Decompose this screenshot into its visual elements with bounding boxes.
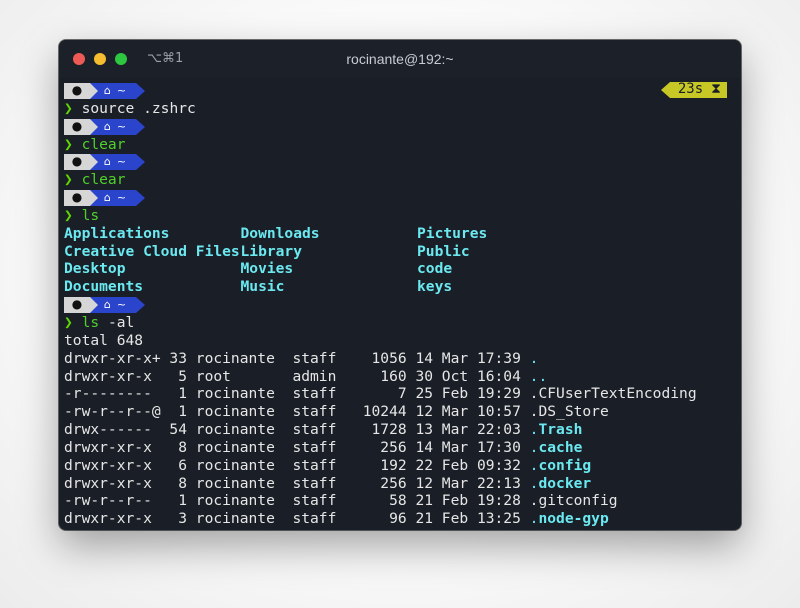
command-name: clear (81, 171, 126, 189)
directory-entry[interactable]: Public (417, 243, 594, 261)
home-icon: ⌂ (103, 84, 111, 97)
directory-entry[interactable]: Library (241, 243, 418, 261)
command-line: ❯ clear (64, 136, 735, 154)
prompt-os-segment: ● (64, 297, 98, 314)
prompt-path: ~ (116, 298, 127, 312)
prompt-segments: ● ⌂ ~ (64, 189, 735, 207)
file-meta: drwxr-xr-x 8 rocinante staff 256 12 Mar … (64, 474, 530, 492)
file-meta: -r-------- 1 rocinante staff 7 25 Feb 19… (64, 385, 530, 403)
prompt-segments: ● ⌂ ~23s ⧗ (64, 81, 735, 100)
ls-listing: Applications Downloads Pictures Creative Cl… (64, 225, 735, 296)
command-args: -al (99, 313, 135, 331)
file-meta: drwxr-xr-x 5 root admin 160 30 Oct 16:04 (64, 367, 530, 385)
file-meta: drwx------ 54 rocinante staff 1728 13 Ma… (64, 421, 530, 439)
apple-icon: ● (71, 190, 83, 205)
prompt-chevron-icon: ❯ (64, 171, 82, 189)
prompt-segments: ● ⌂ ~ (64, 118, 735, 136)
prompt-path: ~ (116, 119, 127, 133)
file-name[interactable]: docker (538, 475, 591, 492)
apple-icon: ● (71, 118, 83, 133)
ls-row: -rw-r--r-- 1 rocinante staff 58 21 Feb 1… (64, 492, 735, 510)
prompt-chevron-icon: ❯ (64, 206, 82, 224)
file-meta: drwxr-xr-x 6 rocinante staff 192 22 Feb … (64, 456, 530, 474)
ls-row: drwxr-xr-x 8 rocinante staff 256 14 Mar … (64, 439, 735, 457)
file-name[interactable]: . (530, 350, 539, 367)
prompt-segments: ● ⌂ ~ (64, 153, 735, 171)
home-icon: ⌂ (103, 191, 111, 205)
directory-entry[interactable]: Music (241, 278, 418, 296)
prompt-path: ~ (116, 84, 127, 97)
file-name[interactable]: node-gyp (538, 510, 608, 527)
prompt-path: ~ (116, 191, 127, 205)
title-bar: ⌥⌘1 rocinante@192:~ (59, 40, 741, 78)
file-name[interactable]: Trash (538, 421, 582, 438)
window-title: rocinante@192:~ (346, 51, 454, 67)
directory-entry[interactable]: Creative Cloud Files (64, 243, 241, 261)
file-meta: -rw-r--r-- 1 rocinante staff 58 21 Feb 1… (64, 492, 530, 510)
command-line: ❯ ls -al (64, 314, 735, 332)
ls-row: drwxr-xr-x 3 rocinante staff 96 21 Feb 1… (64, 510, 735, 528)
directory-entry[interactable]: Documents (64, 278, 241, 296)
apple-icon: ● (71, 297, 83, 312)
apple-icon: ● (71, 154, 83, 169)
command-name: ls (81, 313, 100, 331)
directory-entry[interactable]: Desktop (64, 260, 241, 278)
file-name[interactable]: .CFUserTextEncoding (530, 385, 697, 402)
prompt-chevron-icon: ❯ (64, 313, 82, 331)
command-name: source (81, 99, 135, 117)
directory-entry[interactable]: Pictures (417, 225, 594, 243)
command-line: ❯ ls (64, 207, 735, 225)
command-name: clear (81, 135, 126, 153)
hourglass-icon: ⧗ (711, 81, 721, 98)
directory-entry[interactable]: code (417, 260, 594, 278)
prompt-segments: ● ⌂ ~ (64, 296, 735, 314)
home-icon: ⌂ (103, 155, 111, 169)
command-duration: 23s (677, 81, 704, 98)
file-meta: -rw-r--r--@ 1 rocinante staff 10244 12 M… (64, 403, 530, 421)
home-icon: ⌂ (103, 119, 111, 133)
command-duration-badge: 23s ⧗ (660, 81, 727, 98)
prompt-chevron-icon: ❯ (64, 135, 82, 153)
ls-row: drwxr-xr-x+ 33 rocinante staff 1056 14 M… (64, 350, 735, 368)
prompt-os-segment: ● (64, 154, 98, 171)
command-line: ❯ clear (64, 171, 735, 189)
file-meta: drwxr-xr-x 3 rocinante staff 96 21 Feb 1… (64, 510, 530, 528)
terminal-output[interactable]: ● ⌂ ~23s ⧗ ❯ source .zshrc ● ⌂ ~ ❯ clear ● ⌂ ~ ❯ cle… (64, 81, 735, 528)
directory-entry[interactable]: Downloads (241, 225, 418, 243)
ls-row: -r-------- 1 rocinante staff 7 25 Feb 19… (64, 385, 735, 403)
directory-entry[interactable]: Applications (64, 225, 241, 243)
command-name: ls (81, 206, 100, 224)
ls-row: drwxr-xr-x 5 root admin 160 30 Oct 16:04… (64, 368, 735, 386)
file-name[interactable]: .DS_Store (530, 403, 609, 420)
prompt-path: ~ (116, 155, 127, 169)
command-args: .zshrc (134, 99, 196, 117)
prompt-os-segment: ● (64, 189, 98, 206)
directory-entry[interactable]: Movies (241, 260, 418, 278)
apple-icon: ● (71, 83, 83, 97)
file-name[interactable]: cache (538, 439, 582, 456)
ls-row: drwx------ 54 rocinante staff 1728 13 Ma… (64, 421, 735, 439)
prompt-chevron-icon: ❯ (64, 99, 82, 117)
file-name[interactable]: .gitconfig (530, 492, 618, 509)
ls-row: drwxr-xr-x 6 rocinante staff 192 22 Feb … (64, 457, 735, 475)
directory-entry[interactable]: keys (417, 278, 594, 296)
ls-total: total 648 (64, 331, 144, 349)
prompt-os-segment: ● (64, 118, 98, 135)
terminal-window: ⌥⌘1 rocinante@192:~ ● ⌂ ~23s ⧗ ❯ source .zsh… (59, 40, 741, 530)
ls-row: -rw-r--r--@ 1 rocinante staff 10244 12 M… (64, 403, 735, 421)
file-name[interactable]: .. (530, 368, 548, 385)
prompt-os-segment: ● (64, 82, 98, 99)
file-name[interactable]: config (538, 457, 591, 474)
ls-row: drwxr-xr-x 8 rocinante staff 256 12 Mar … (64, 475, 735, 493)
command-line: ❯ source .zshrc (64, 100, 735, 118)
file-meta: drwxr-xr-x 8 rocinante staff 256 14 Mar … (64, 438, 530, 456)
file-meta: drwxr-xr-x+ 33 rocinante staff 1056 14 M… (64, 349, 530, 367)
home-icon: ⌂ (103, 298, 111, 312)
